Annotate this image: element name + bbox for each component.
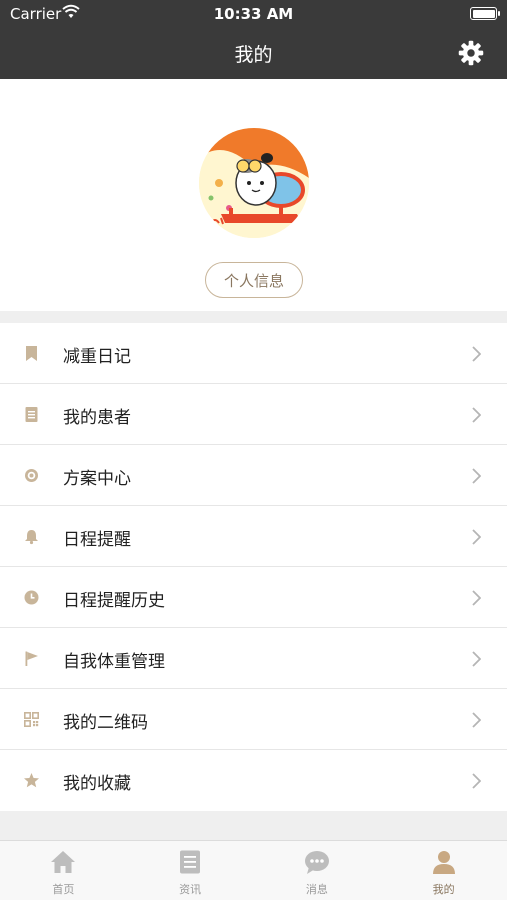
- profile-section: 个人信息: [0, 79, 507, 311]
- chevron-right-icon: [472, 529, 481, 545]
- menu-item-schedule-reminder[interactable]: 日程提醒: [0, 506, 507, 567]
- tab-home[interactable]: 首页: [0, 841, 127, 900]
- flag-icon: [25, 651, 38, 666]
- battery-icon: [470, 7, 500, 20]
- tab-label: 消息: [305, 883, 328, 896]
- menu-item-my-patients[interactable]: 我的患者: [0, 384, 507, 445]
- avatar[interactable]: [199, 128, 309, 238]
- chevron-right-icon: [472, 773, 481, 789]
- tab-label: 资讯: [179, 883, 202, 896]
- chevron-right-icon: [472, 712, 481, 728]
- menu-item-plan-center[interactable]: 方案中心: [0, 445, 507, 506]
- chat-icon: [304, 851, 329, 874]
- status-time: 10:33 AM: [213, 5, 294, 23]
- status-bar: Carrier 10:33 AM: [0, 0, 507, 28]
- menu-item-weight-diary[interactable]: 减重日记: [0, 323, 507, 384]
- bookmark-icon: [26, 346, 37, 361]
- tab-bar: 首页 资讯 消息 我的: [0, 840, 507, 900]
- avatar-illustration-icon: [199, 128, 309, 238]
- nav-bar: 我的: [0, 28, 507, 79]
- menu-item-my-qrcode[interactable]: 我的二维码: [0, 689, 507, 750]
- target-icon: [25, 469, 38, 482]
- menu-item-label: 日程提醒历史: [63, 591, 165, 611]
- tab-label: 我的: [432, 883, 455, 896]
- menu-item-label: 减重日记: [63, 347, 131, 367]
- chevron-right-icon: [472, 590, 481, 606]
- menu-item-label: 我的收藏: [63, 774, 131, 794]
- tab-label: 首页: [52, 883, 75, 896]
- document-icon: [25, 407, 38, 422]
- tab-messages[interactable]: 消息: [254, 841, 381, 900]
- clock-icon: [24, 590, 39, 605]
- qrcode-icon: [23, 711, 40, 728]
- menu-list: 减重日记 我的患者 方案中心 日程提醒 日程提醒历史 自我体重管理 我的二维码 …: [0, 323, 507, 811]
- chevron-right-icon: [472, 346, 481, 362]
- person-icon: [432, 851, 455, 874]
- menu-item-label: 方案中心: [63, 469, 131, 489]
- menu-item-self-weight-management[interactable]: 自我体重管理: [0, 628, 507, 689]
- menu-item-label: 日程提醒: [63, 530, 131, 550]
- tab-mine[interactable]: 我的: [380, 841, 507, 900]
- menu-item-label: 我的患者: [63, 408, 131, 428]
- star-icon: [24, 773, 39, 788]
- chevron-right-icon: [472, 407, 481, 423]
- tab-news[interactable]: 资讯: [127, 841, 254, 900]
- chevron-right-icon: [472, 651, 481, 667]
- news-icon: [180, 850, 201, 874]
- home-icon: [51, 851, 76, 873]
- menu-item-label: 我的二维码: [63, 713, 148, 733]
- bell-icon: [25, 530, 38, 545]
- menu-item-reminder-history[interactable]: 日程提醒历史: [0, 567, 507, 628]
- menu-item-my-favorites[interactable]: 我的收藏: [0, 750, 507, 811]
- gear-icon[interactable]: [457, 39, 485, 67]
- chevron-right-icon: [472, 468, 481, 484]
- personal-info-button[interactable]: 个人信息: [205, 262, 303, 298]
- menu-item-label: 自我体重管理: [63, 652, 165, 672]
- page-title: 我的: [234, 44, 273, 66]
